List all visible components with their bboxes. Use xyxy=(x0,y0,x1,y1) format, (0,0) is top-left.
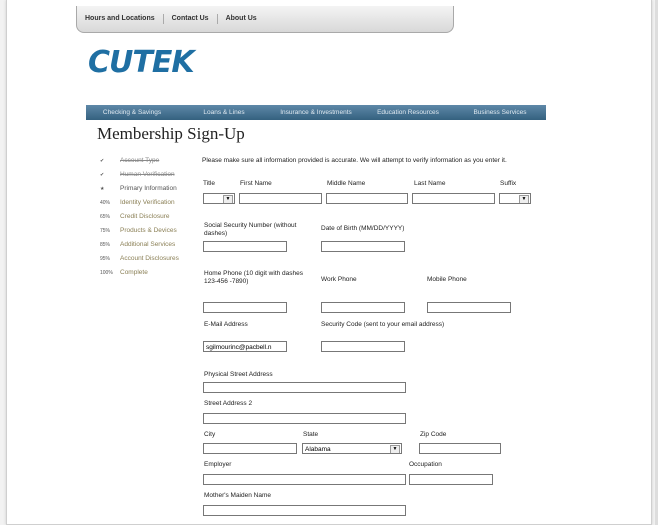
step-percent: 85% xyxy=(100,242,111,248)
nav-insurance-investments[interactable]: Insurance & Investments xyxy=(270,109,362,116)
occupation-label: Occupation xyxy=(409,461,442,468)
mobile-phone-input[interactable] xyxy=(427,302,511,313)
step-percent: 65% xyxy=(100,214,111,220)
street-address-2-input[interactable] xyxy=(203,413,406,424)
step-percent: 40% xyxy=(100,200,111,206)
work-phone-input[interactable] xyxy=(321,302,405,313)
maiden-name-input[interactable] xyxy=(203,505,406,516)
occupation-input[interactable] xyxy=(409,474,493,485)
city-label: City xyxy=(204,431,216,438)
page-title: Membership Sign-Up xyxy=(97,124,245,143)
step-additional-services: 85% Additional Services xyxy=(100,241,176,248)
first-name-input[interactable] xyxy=(239,193,322,204)
middle-name-input[interactable] xyxy=(326,193,408,204)
street-address-input[interactable] xyxy=(203,382,406,393)
progress-steps: ✔ Account Type ✔ Human Verification ★ Pr… xyxy=(100,156,196,282)
step-percent: 100% xyxy=(100,270,113,276)
middle-name-label: Middle Name xyxy=(327,180,366,187)
nav-business-services[interactable]: Business Services xyxy=(454,109,546,116)
zip-label: Zip Code xyxy=(420,431,447,438)
step-human-verification: ✔ Human Verification xyxy=(100,171,175,178)
step-primary-information: ★ Primary Information xyxy=(100,185,177,192)
state-select[interactable]: Alabama ▼ xyxy=(302,443,402,454)
ssn-label: Social Security Number (without dashes) xyxy=(204,222,297,237)
title-label: Title xyxy=(203,180,216,187)
employer-label: Employer xyxy=(204,461,232,468)
top-nav-about-link[interactable]: About Us xyxy=(218,14,265,24)
chevron-down-icon: ▼ xyxy=(519,195,529,203)
city-input[interactable] xyxy=(203,443,297,454)
step-credit-disclosure: 65% Credit Disclosure xyxy=(100,213,170,220)
check-icon: ✔ xyxy=(100,172,105,178)
security-code-input[interactable] xyxy=(321,341,405,352)
suffix-label: Suffix xyxy=(500,180,517,187)
street-address-label: Physical Street Address xyxy=(204,371,273,378)
home-phone-input[interactable] xyxy=(203,302,287,313)
last-name-input[interactable] xyxy=(412,193,495,204)
top-nav-contact-link[interactable]: Contact Us xyxy=(164,14,218,24)
home-phone-label: Home Phone (10 digit with dashes 123-456… xyxy=(204,270,304,285)
last-name-label: Last Name xyxy=(414,180,446,187)
step-percent: 75% xyxy=(100,228,111,234)
ssn-input[interactable] xyxy=(203,241,287,252)
zip-input[interactable] xyxy=(419,443,501,454)
first-name-label: First Name xyxy=(240,180,272,187)
top-nav-hours-link[interactable]: Hours and Locations xyxy=(77,14,164,24)
nav-education-resources[interactable]: Education Resources xyxy=(362,109,454,116)
step-complete: 100% Complete xyxy=(100,269,148,276)
employer-input[interactable] xyxy=(203,474,406,485)
work-phone-label: Work Phone xyxy=(321,276,357,283)
step-account-type: ✔ Account Type xyxy=(100,157,160,164)
mobile-phone-label: Mobile Phone xyxy=(427,276,467,283)
state-label: State xyxy=(303,431,319,438)
intro-text: Please make sure all information provide… xyxy=(202,157,507,164)
check-icon: ✔ xyxy=(100,158,105,164)
star-icon: ★ xyxy=(100,186,105,192)
chevron-down-icon: ▼ xyxy=(223,195,233,203)
state-selected-value: Alabama xyxy=(305,446,331,453)
suffix-select[interactable]: ▼ xyxy=(499,193,531,204)
email-label: E-Mail Address xyxy=(204,321,248,328)
step-account-disclosures: 95% Account Disclosures xyxy=(100,255,179,262)
step-products-devices: 75% Products & Devices xyxy=(100,227,177,234)
dob-input[interactable] xyxy=(321,241,405,252)
nav-checking-savings[interactable]: Checking & Savings xyxy=(86,109,178,116)
cutek-logo[interactable]: CUTEK xyxy=(88,43,195,83)
main-nav: Checking & Savings Loans & Lines Insuran… xyxy=(86,105,546,120)
maiden-name-label: Mother's Maiden Name xyxy=(204,492,271,499)
step-identity-verification: 40% Identity Verification xyxy=(100,199,175,206)
step-percent: 95% xyxy=(100,256,111,262)
nav-loans-lines[interactable]: Loans & Lines xyxy=(178,109,270,116)
email-input[interactable]: sgilmourinc@pacbell.n xyxy=(203,341,287,352)
security-code-label: Security Code (sent to your email addres… xyxy=(321,321,445,328)
dob-label: Date of Birth (MM/DD/YYYY) xyxy=(321,225,405,232)
title-select[interactable]: ▼ xyxy=(203,193,235,204)
street-address-2-label: Street Address 2 xyxy=(204,400,253,407)
chevron-down-icon: ▼ xyxy=(390,445,400,453)
top-nav: Hours and Locations Contact Us About Us xyxy=(76,6,454,33)
